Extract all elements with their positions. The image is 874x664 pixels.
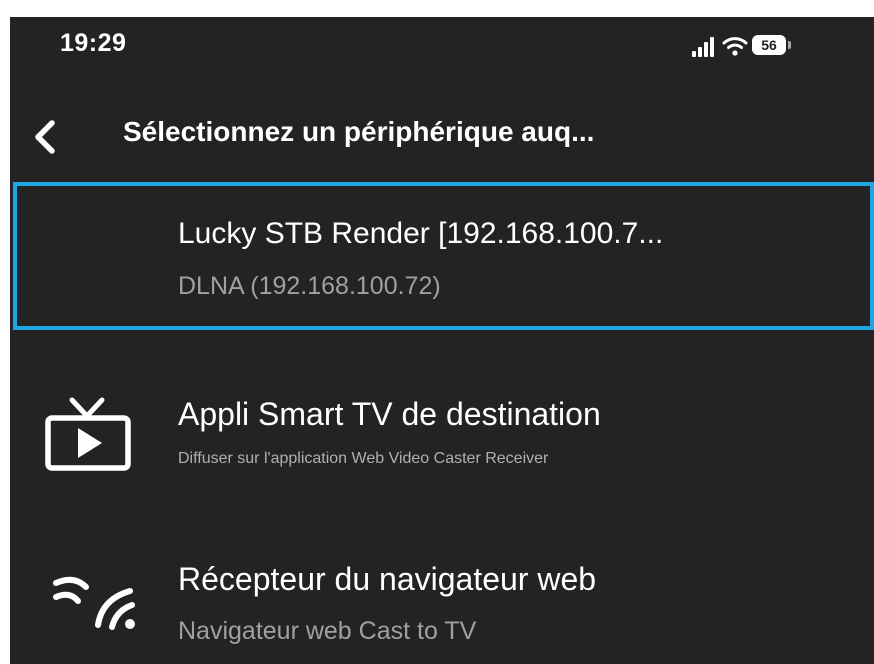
status-icons: 56 (690, 31, 870, 61)
status-time: 19:29 (60, 29, 127, 57)
device-item-smart-tv-app[interactable]: Appli Smart TV de destination Diffuser s… (10, 364, 874, 474)
wifi-icon (722, 37, 748, 56)
chevron-left-icon[interactable] (24, 115, 68, 159)
battery-cap (788, 41, 791, 49)
device-subtitle: DLNA (192.168.100.72) (178, 272, 441, 300)
device-title: Lucky STB Render [192.168.100.7... (178, 217, 664, 250)
device-item-web-browser-receiver[interactable]: Récepteur du navigateur web Navigateur w… (10, 539, 874, 649)
device-subtitle: Diffuser sur l'application Web Video Cas… (178, 450, 549, 467)
battery-icon: 56 (752, 35, 786, 55)
device-item-lucky-stb[interactable]: Lucky STB Render [192.168.100.7... DLNA … (13, 182, 874, 330)
signal-icon (692, 37, 714, 57)
device-title: Appli Smart TV de destination (178, 396, 601, 432)
app-screen: 19:29 56 Sélectionnez un périphérique au… (10, 17, 874, 664)
page-title: Sélectionnez un périphérique auq... (123, 116, 595, 147)
device-subtitle: Navigateur web Cast to TV (178, 617, 477, 645)
cast-icon (53, 576, 135, 630)
device-title: Récepteur du navigateur web (178, 561, 597, 597)
navigation-bar: Sélectionnez un périphérique auq... (10, 107, 874, 167)
tv-icon (45, 397, 131, 471)
status-bar: 19:29 56 (10, 17, 874, 87)
